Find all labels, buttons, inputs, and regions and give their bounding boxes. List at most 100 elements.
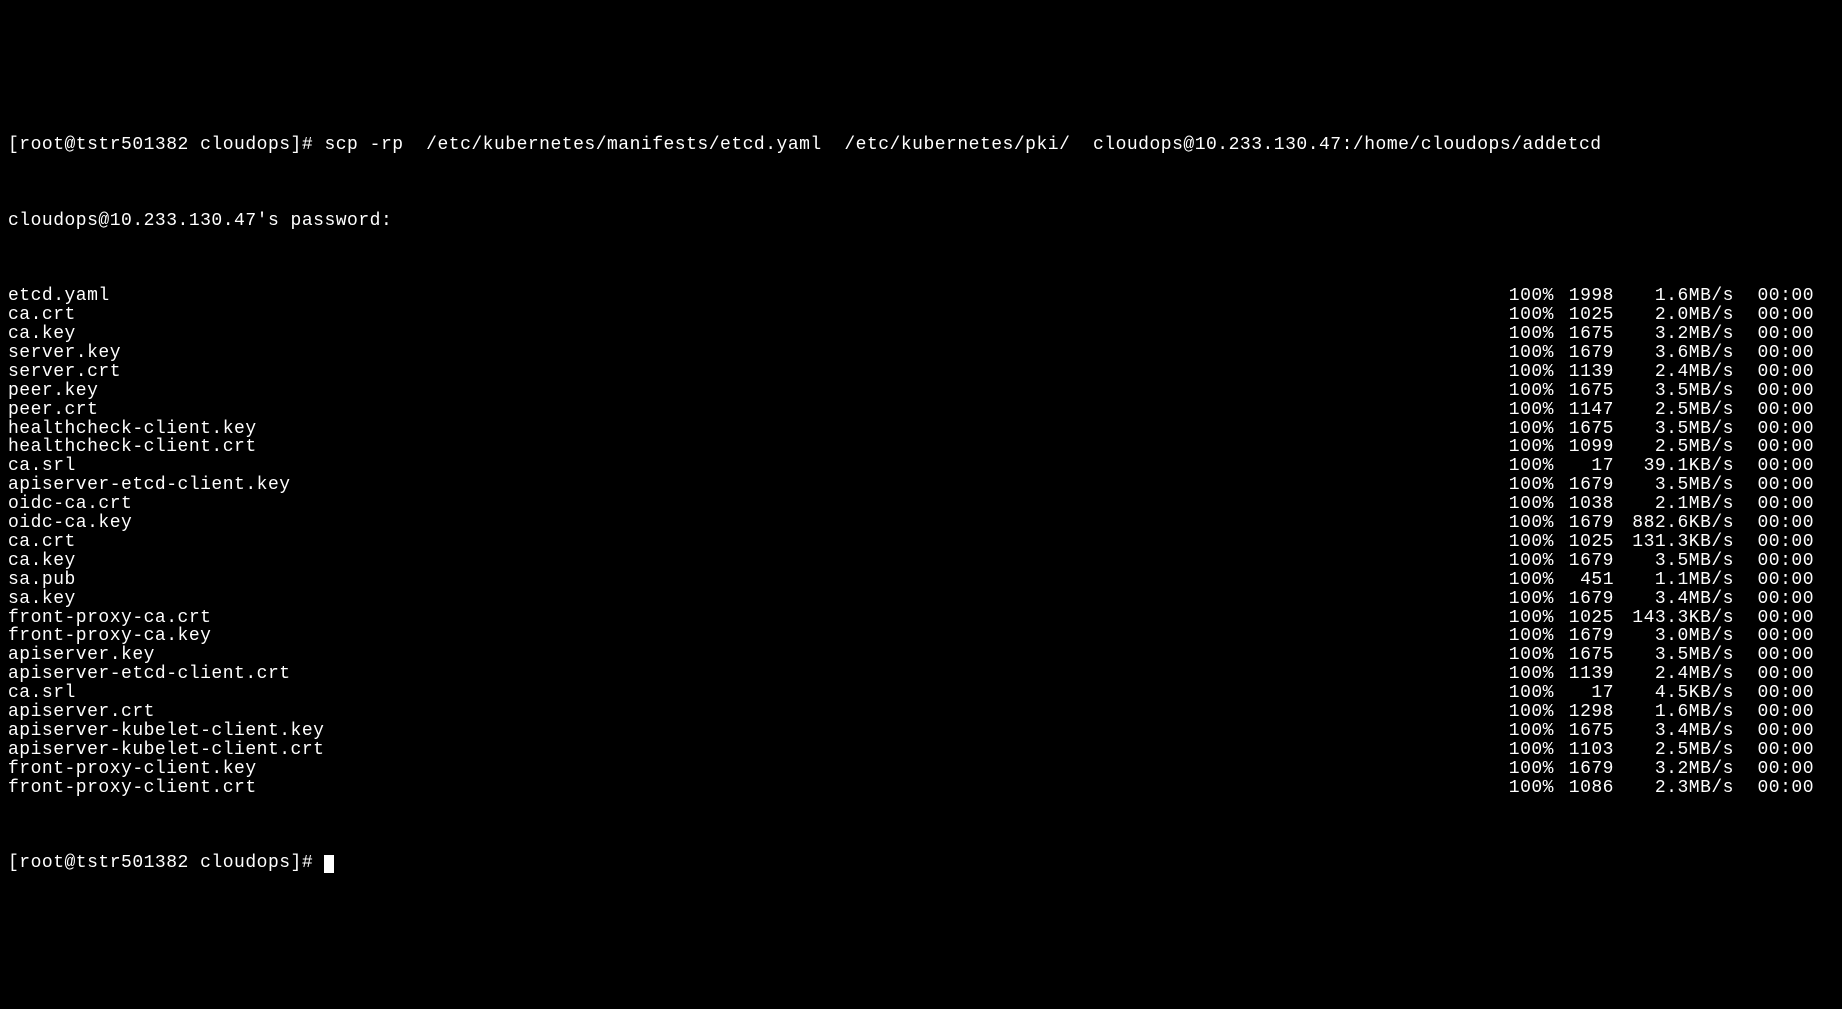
file-percent: 100%: [1494, 646, 1554, 665]
file-percent: 100%: [1494, 722, 1554, 741]
file-stats: 100%11472.5MB/s00:00: [1494, 401, 1834, 420]
scp-progress-row: ca.key100%16753.2MB/s00:00: [8, 325, 1834, 344]
file-percent: 100%: [1494, 457, 1554, 476]
file-time: 00:00: [1734, 571, 1814, 590]
scp-progress-row: healthcheck-client.crt100%10992.5MB/s00:…: [8, 438, 1834, 457]
file-time: 00:00: [1734, 382, 1814, 401]
file-time: 00:00: [1734, 779, 1814, 798]
file-time: 00:00: [1734, 514, 1814, 533]
file-name: apiserver-etcd-client.key: [8, 476, 291, 495]
command-line: [root@tstr501382 cloudops]# scp -rp /etc…: [8, 136, 1834, 155]
scp-progress-row: apiserver-kubelet-client.key100%16753.4M…: [8, 722, 1834, 741]
file-stats: 100%16793.4MB/s00:00: [1494, 590, 1834, 609]
scp-progress-row: server.key100%16793.6MB/s00:00: [8, 344, 1834, 363]
file-name: peer.key: [8, 382, 98, 401]
file-size: 451: [1554, 571, 1614, 590]
shell-prompt-ready[interactable]: [root@tstr501382 cloudops]#: [8, 854, 1834, 873]
file-percent: 100%: [1494, 420, 1554, 439]
file-stats: 100%16753.5MB/s00:00: [1494, 382, 1834, 401]
file-time: 00:00: [1734, 703, 1814, 722]
file-rate: 143.3KB/s: [1614, 609, 1734, 628]
file-size: 1038: [1554, 495, 1614, 514]
file-size: 1086: [1554, 779, 1614, 798]
file-name: ca.key: [8, 325, 76, 344]
scp-progress-row: apiserver-kubelet-client.crt 100%11032.5M…: [8, 741, 1834, 760]
file-name: server.key: [8, 344, 121, 363]
file-name: apiserver-etcd-client.crt: [8, 665, 291, 684]
file-size: 1103: [1554, 741, 1614, 760]
file-rate: 2.5MB/s: [1614, 741, 1734, 760]
terminal-output: [root@tstr501382 cloudops]# scp -rp /etc…: [8, 80, 1834, 911]
file-size: 1139: [1554, 665, 1614, 684]
file-rate: 3.5MB/s: [1614, 382, 1734, 401]
file-size: 1147: [1554, 401, 1614, 420]
file-name: oidc-ca.crt: [8, 495, 132, 514]
file-stats: 100%11032.5MB/s00:00: [1494, 741, 1834, 760]
file-time: 00:00: [1734, 533, 1814, 552]
scp-progress-row: front-proxy-ca.key100%16793.0MB/s00:00: [8, 627, 1834, 646]
file-stats: 100%10252.0MB/s00:00: [1494, 306, 1834, 325]
file-time: 00:00: [1734, 401, 1814, 420]
file-rate: 1.1MB/s: [1614, 571, 1734, 590]
file-size: 17: [1554, 684, 1614, 703]
file-percent: 100%: [1494, 609, 1554, 628]
file-time: 00:00: [1734, 665, 1814, 684]
file-name: ca.key: [8, 552, 76, 571]
file-stats: 100%4511.1MB/s00:00: [1494, 571, 1834, 590]
file-name: apiserver.crt: [8, 703, 155, 722]
scp-progress-row: apiserver-etcd-client.crt 100%11392.4MB/s…: [8, 665, 1834, 684]
file-rate: 3.2MB/s: [1614, 760, 1734, 779]
file-size: 1679: [1554, 552, 1614, 571]
file-rate: 2.4MB/s: [1614, 363, 1734, 382]
scp-progress-row: ca.key 100%16793.5MB/s00:00: [8, 552, 1834, 571]
file-stats: 100%16753.5MB/s00:00: [1494, 420, 1834, 439]
file-size: 1675: [1554, 382, 1614, 401]
shell-prompt: [root@tstr501382 cloudops]#: [8, 853, 324, 873]
file-time: 00:00: [1734, 438, 1814, 457]
file-rate: 3.0MB/s: [1614, 627, 1734, 646]
file-size: 17: [1554, 457, 1614, 476]
scp-progress-row: oidc-ca.key100%1679882.6KB/s00:00: [8, 514, 1834, 533]
scp-progress-row: sa.key100%16793.4MB/s00:00: [8, 590, 1834, 609]
file-percent: 100%: [1494, 287, 1554, 306]
file-stats: 100%1739.1KB/s00:00: [1494, 457, 1834, 476]
scp-progress-row: oidc-ca.crt100%10382.1MB/s00:00: [8, 495, 1834, 514]
file-time: 00:00: [1734, 287, 1814, 306]
scp-progress-row: apiserver.key100%16753.5MB/s00:00: [8, 646, 1834, 665]
scp-progress-row: etcd.yaml100%19981.6MB/s00:00: [8, 287, 1834, 306]
file-stats: 100%16793.0MB/s00:00: [1494, 627, 1834, 646]
scp-progress-row: apiserver-etcd-client.key 100%16793.5MB/s…: [8, 476, 1834, 495]
file-percent: 100%: [1494, 552, 1554, 571]
file-size: 1025: [1554, 306, 1614, 325]
file-stats: 100%10862.3MB/s00:00: [1494, 779, 1834, 798]
file-name: ca.crt: [8, 306, 76, 325]
file-size: 1679: [1554, 760, 1614, 779]
file-stats: 100%16793.5MB/s00:00: [1494, 552, 1834, 571]
file-stats: 100%11392.4MB/s00:00: [1494, 363, 1834, 382]
file-name: etcd.yaml: [8, 287, 110, 306]
file-size: 1679: [1554, 627, 1614, 646]
file-percent: 100%: [1494, 363, 1554, 382]
file-time: 00:00: [1734, 363, 1814, 382]
file-stats: 100%16793.5MB/s00:00: [1494, 476, 1834, 495]
file-percent: 100%: [1494, 382, 1554, 401]
file-size: 1679: [1554, 476, 1614, 495]
password-prompt: cloudops@10.233.130.47's password:: [8, 212, 1834, 231]
scp-progress-row: ca.srl100%1739.1KB/s00:00: [8, 457, 1834, 476]
file-rate: 3.5MB/s: [1614, 552, 1734, 571]
file-name: oidc-ca.key: [8, 514, 132, 533]
file-rate: 882.6KB/s: [1614, 514, 1734, 533]
file-stats: 100%11392.4MB/s00:00: [1494, 665, 1834, 684]
scp-progress-row: front-proxy-ca.crt100%1025143.3KB/s00:00: [8, 609, 1834, 628]
file-percent: 100%: [1494, 495, 1554, 514]
scp-progress-row: healthcheck-client.key100%16753.5MB/s00:…: [8, 420, 1834, 439]
file-rate: 3.5MB/s: [1614, 476, 1734, 495]
file-size: 1139: [1554, 363, 1614, 382]
file-time: 00:00: [1734, 306, 1814, 325]
file-size: 1025: [1554, 609, 1614, 628]
file-stats: 100%10992.5MB/s00:00: [1494, 438, 1834, 457]
file-name: apiserver-kubelet-client.crt: [8, 741, 324, 760]
file-rate: 1.6MB/s: [1614, 287, 1734, 306]
file-time: 00:00: [1734, 609, 1814, 628]
file-time: 00:00: [1734, 344, 1814, 363]
